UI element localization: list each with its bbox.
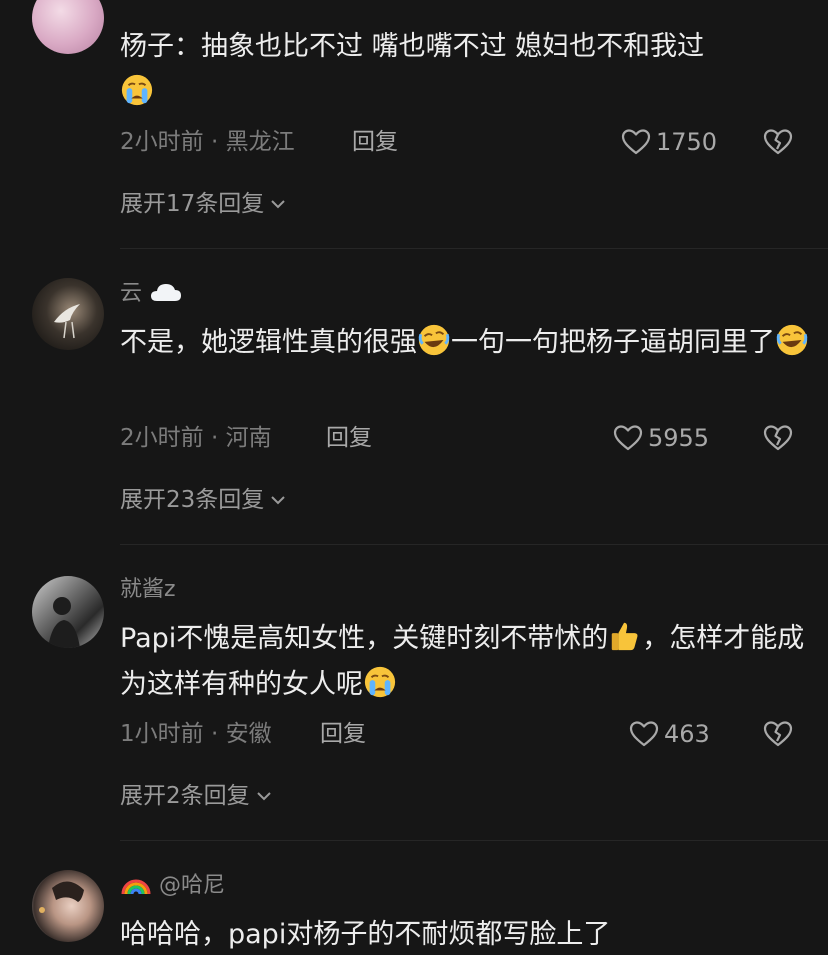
like-button[interactable]: 5955: [612, 422, 709, 454]
divider: [120, 544, 828, 545]
broken-heart-icon[interactable]: [762, 126, 794, 158]
thumbs-up-emoji-icon: [612, 622, 638, 651]
like-count: 1750: [656, 128, 718, 156]
divider: [120, 248, 828, 249]
comment-time: 2小时前: [120, 425, 204, 451]
rainbow-icon: [121, 879, 151, 895]
loudly-crying-emoji-icon: [121, 74, 153, 106]
comment-meta: 1小时前 · 安徽: [120, 718, 272, 750]
comment-time: 1小时前: [120, 721, 204, 747]
username-label: 就酱z: [120, 577, 176, 602]
avatar[interactable]: [32, 0, 104, 54]
comment-text-body: 杨子：抽象也比不过 嘴也嘴不过 媳妇也不和我过: [120, 31, 705, 62]
like-button[interactable]: 463: [628, 718, 710, 750]
comment-username[interactable]: @哈尼: [120, 872, 225, 900]
like-count: 463: [664, 720, 710, 748]
person-silhouette-icon: [48, 597, 80, 648]
divider: [120, 840, 828, 841]
broken-heart-icon[interactable]: [762, 718, 794, 750]
chevron-down-icon: [271, 200, 285, 209]
comment-username[interactable]: 云: [120, 280, 183, 308]
cloud-icon: [151, 284, 182, 301]
heart-icon: [621, 129, 651, 155]
expand-replies-label: 展开17条回复: [120, 191, 265, 217]
comment-meta: 2小时前 · 黑龙江: [120, 126, 295, 158]
face-portrait-icon: [39, 881, 84, 913]
like-count: 5955: [648, 424, 710, 452]
comment-location: 安徽: [225, 721, 272, 747]
heart-icon: [629, 721, 659, 747]
expand-replies-label: 展开2条回复: [120, 783, 250, 809]
expand-replies-button[interactable]: 展开2条回复: [120, 780, 275, 812]
chevron-down-icon: [271, 496, 285, 505]
rolling-laughing-emoji-icon: [418, 324, 450, 356]
avatar[interactable]: [32, 576, 104, 648]
comment-text: Papi不愧是高知女性，关键时刻不带怵的 ，怎样才能成为这样有种的女人呢: [120, 616, 810, 708]
rolling-laughing-emoji-icon: [776, 324, 808, 356]
loudly-crying-emoji-icon: [364, 666, 396, 698]
comment-text: 哈哈哈，papi对杨子的不耐烦都写脸上了: [120, 912, 810, 955]
comment-text-part2: 一句一句把杨子逼胡同里了: [451, 327, 775, 358]
chevron-down-icon: [256, 792, 271, 801]
avatar[interactable]: [32, 870, 104, 942]
like-button[interactable]: 1750: [620, 126, 717, 158]
reply-button[interactable]: 回复: [326, 422, 372, 454]
bird-figure-icon: [54, 304, 80, 339]
expand-replies-button[interactable]: 展开23条回复: [120, 484, 289, 516]
comment-time: 2小时前: [120, 129, 204, 155]
comment-text-part1: Papi不愧是高知女性，关键时刻不带怵的: [120, 623, 609, 654]
meta-separator: ·: [203, 129, 226, 155]
reply-button[interactable]: 回复: [320, 718, 366, 750]
comment-username[interactable]: 就酱z: [120, 576, 176, 604]
reply-button[interactable]: 回复: [352, 126, 398, 158]
username-label: 云: [120, 281, 143, 306]
avatar[interactable]: [32, 278, 104, 350]
broken-heart-icon[interactable]: [762, 422, 794, 454]
meta-separator: ·: [203, 721, 226, 747]
expand-replies-label: 展开23条回复: [120, 487, 265, 513]
comment-text-part1: 不是，她逻辑性真的很强: [120, 327, 417, 358]
comment-meta: 2小时前 · 河南: [120, 422, 272, 454]
comment-text: 杨子：抽象也比不过 嘴也嘴不过 媳妇也不和我过: [120, 24, 810, 116]
meta-separator: ·: [203, 425, 226, 451]
comment-location: 黑龙江: [225, 129, 295, 155]
comment-text: 不是，她逻辑性真的很强 一句一句把杨子逼胡同里了: [120, 320, 810, 366]
comment-text-body: 哈哈哈，papi对杨子的不耐烦都写脸上了: [120, 919, 611, 950]
username-label: @哈尼: [159, 873, 226, 898]
expand-replies-button[interactable]: 展开17条回复: [120, 188, 289, 220]
comment-location: 河南: [225, 425, 272, 451]
heart-icon: [613, 425, 643, 451]
